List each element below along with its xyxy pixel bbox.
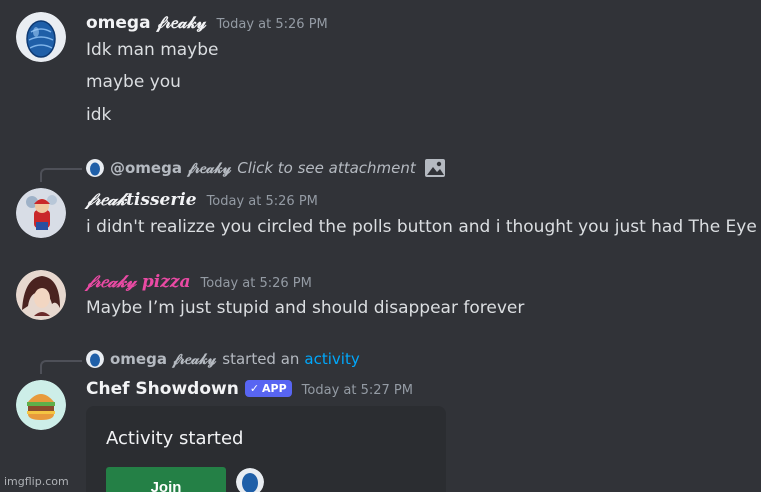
message-header: 𝒻𝓇𝑒𝒶𝓀tisserie Today at 5:26 PM [86, 190, 318, 210]
check-icon: ✓ [249, 382, 260, 395]
message-header: 𝒻𝓇𝑒𝒶𝓀𝓎 pizza Today at 5:26 PM [86, 272, 312, 292]
username[interactable]: 𝒻𝓇𝑒𝒶𝓀𝓎 pizza [86, 272, 191, 292]
reply-username[interactable]: @omega 𝒻𝓇𝑒𝒶𝓀𝓎 [110, 159, 231, 177]
activity-card: Activity started Join [86, 406, 446, 492]
message-header: omega 𝒻𝓇𝑒𝒶𝓀𝓎 Today at 5:26 PM [86, 13, 328, 33]
username[interactable]: Chef Showdown [86, 379, 239, 399]
username[interactable]: 𝒻𝓇𝑒𝒶𝓀tisserie [86, 190, 197, 210]
avatar-burger-icon[interactable] [16, 380, 66, 430]
interaction-connector [40, 360, 82, 374]
interaction-action: started an [222, 350, 300, 368]
activity-link[interactable]: activity [304, 350, 359, 368]
interaction-username[interactable]: omega 𝒻𝓇𝑒𝒶𝓀𝓎 [110, 350, 216, 368]
message-text: i didn't realizze you circled the polls … [86, 217, 757, 237]
reply-text[interactable]: Click to see attachment [237, 159, 416, 177]
timestamp: Today at 5:26 PM [200, 276, 312, 291]
avatar-mario-icon[interactable] [16, 188, 66, 238]
message-text: idk [86, 105, 112, 125]
app-badge-label: APP [262, 382, 287, 395]
avatar-egg-icon[interactable] [16, 12, 66, 62]
timestamp: Today at 5:26 PM [206, 194, 318, 209]
reply-connector [40, 168, 82, 182]
message-text: maybe you [86, 72, 181, 92]
message-header: Chef Showdown ✓ APP Today at 5:27 PM [86, 379, 413, 399]
timestamp: Today at 5:26 PM [216, 17, 328, 32]
watermark: imgflip.com [4, 475, 69, 488]
timestamp: Today at 5:27 PM [301, 383, 413, 398]
image-icon [424, 159, 445, 177]
message-text: Idk man maybe [86, 40, 219, 60]
participant-avatar-icon[interactable] [236, 468, 264, 492]
username[interactable]: omega 𝒻𝓇𝑒𝒶𝓀𝓎 [86, 13, 206, 33]
chat-log: omega 𝒻𝓇𝑒𝒶𝓀𝓎 Today at 5:26 PM Idk man ma… [0, 0, 761, 492]
join-button[interactable]: Join [106, 467, 226, 492]
avatar-anime-icon[interactable] [16, 270, 66, 320]
activity-card-title: Activity started [106, 428, 244, 449]
egg-avatar-icon [86, 159, 104, 177]
reply-preview[interactable]: @omega 𝒻𝓇𝑒𝒶𝓀𝓎 Click to see attachment [86, 158, 446, 178]
egg-avatar-icon [86, 350, 104, 368]
message-text: Maybe I’m just stupid and should disappe… [86, 298, 525, 318]
app-badge: ✓ APP [244, 380, 292, 397]
interaction-preview[interactable]: omega 𝒻𝓇𝑒𝒶𝓀𝓎 started an activity [86, 350, 360, 368]
